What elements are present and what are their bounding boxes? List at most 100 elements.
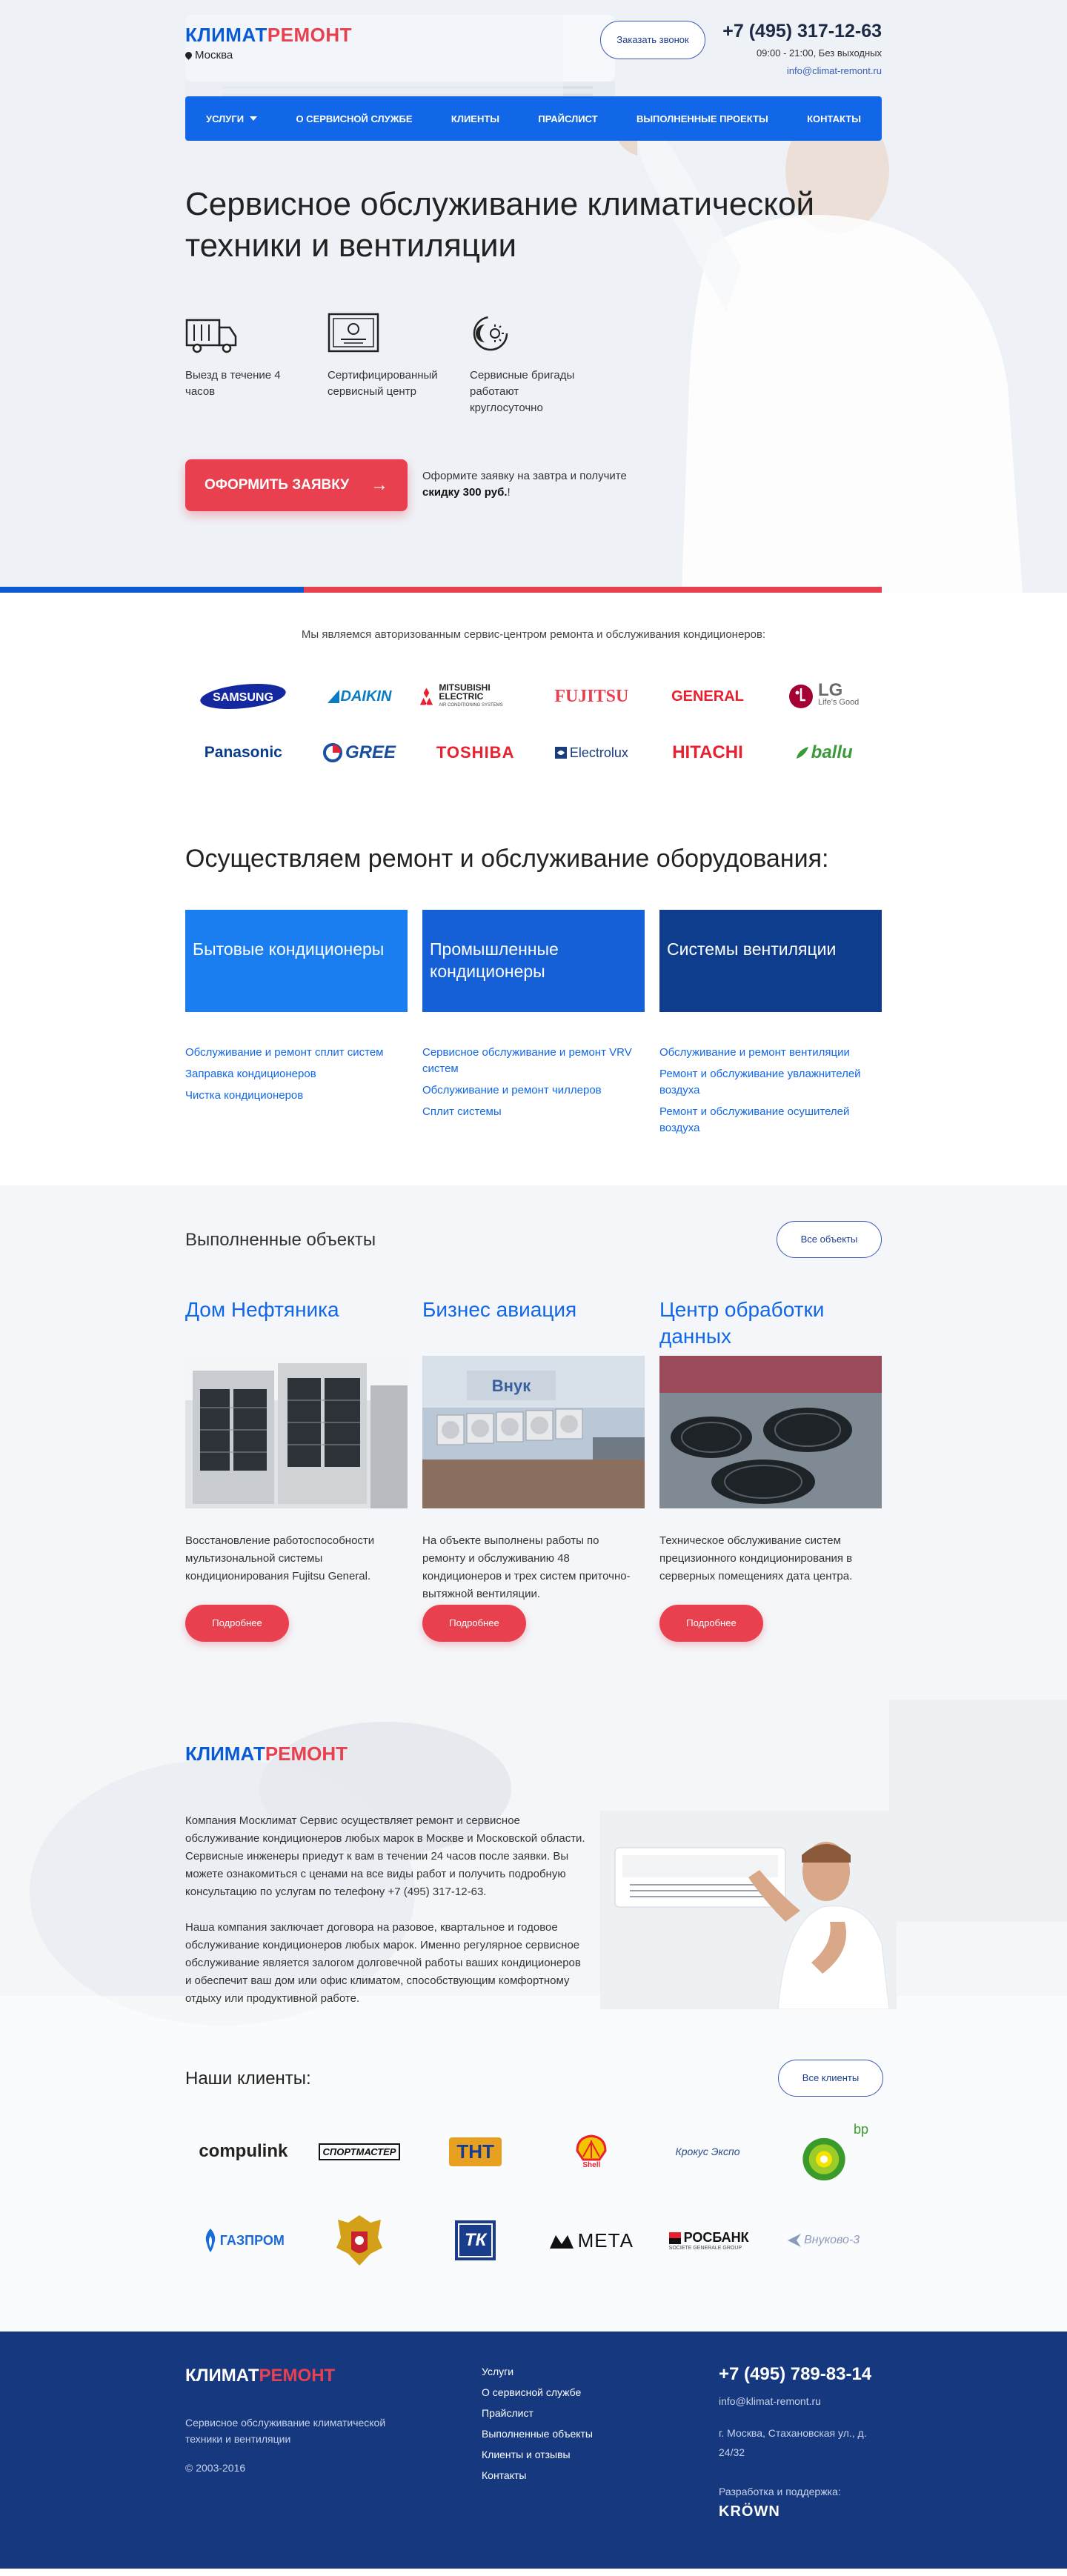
brand-logo-ballu: ballu bbox=[765, 738, 882, 768]
nav-item-services[interactable]: Услуги bbox=[206, 113, 258, 124]
order-note-suffix: ! bbox=[507, 486, 511, 499]
project-photo-outdoor-units[interactable] bbox=[185, 1356, 408, 1508]
footer-link-services[interactable]: Услуги bbox=[482, 2361, 593, 2382]
footer-logo[interactable]: КЛИМАТРЕМОНТ bbox=[185, 2366, 335, 2386]
service-link[interactable]: Обслуживание и ремонт сплит систем bbox=[185, 1045, 408, 1061]
client-name: СПОРТМАСТЕР bbox=[318, 2143, 401, 2160]
all-clients-button[interactable]: Все клиенты bbox=[778, 2060, 883, 2097]
nav-item-contacts[interactable]: Контакты bbox=[807, 113, 861, 124]
header-phone[interactable]: +7 (495) 317-12-63 bbox=[722, 21, 882, 42]
footer-description: Сервисное обслуживание климатической тех… bbox=[185, 2417, 386, 2445]
project-more-button[interactable]: Подробнее bbox=[422, 1605, 526, 1642]
nav-item-pricelist[interactable]: Прайслист bbox=[538, 113, 597, 124]
footer-link-projects[interactable]: Выполненные объекты bbox=[482, 2423, 593, 2444]
service-heading-household[interactable]: Бытовые кондиционеры bbox=[185, 910, 408, 1012]
feature-text: Сертифицированный сервисный центр bbox=[328, 369, 438, 398]
all-projects-button[interactable]: Все объекты bbox=[777, 1221, 882, 1258]
order-request-button[interactable]: ОФОРМИТЬ ЗАЯВКУ → bbox=[185, 459, 408, 511]
projects-title: Выполненные объекты bbox=[185, 1230, 376, 1250]
service-column: Системы вентиляции Обслуживание и ремонт… bbox=[659, 910, 882, 1142]
client-logo-meta: МЕТА bbox=[534, 2211, 650, 2270]
developer-logo[interactable]: KRÖWN bbox=[719, 2503, 780, 2520]
client-logo-tk: ТК bbox=[417, 2211, 534, 2270]
service-link[interactable]: Сервисное обслуживание и ремонт VRV сист… bbox=[422, 1045, 645, 1077]
mitsubishi-subtitle: AIR CONDITIONING SYSTEMS bbox=[439, 703, 503, 708]
footer-menu: Услуги О сервисной службе Прайслист Выпо… bbox=[482, 2361, 593, 2486]
nav-item-clients[interactable]: Клиенты bbox=[451, 113, 499, 124]
footer-link-contacts[interactable]: Контакты bbox=[482, 2465, 593, 2486]
client-name: ТК bbox=[454, 2220, 496, 2260]
service-link[interactable]: Чистка кондиционеров bbox=[185, 1088, 408, 1104]
feature-item: Сервисные бригады работают круглосуточно bbox=[470, 311, 582, 416]
services-columns: Бытовые кондиционеры Обслуживание и ремо… bbox=[185, 910, 882, 1142]
features-list: Выезд в течение 4 часов Сертифицированны… bbox=[185, 311, 582, 416]
brand-logo-toshiba: TOSHIBA bbox=[417, 738, 534, 768]
feature-item: Выезд в течение 4 часов bbox=[185, 311, 298, 416]
footer-phone[interactable]: +7 (495) 789-83-14 bbox=[719, 2364, 871, 2385]
client-name: Внуково-3 bbox=[804, 2234, 860, 2246]
footer-link-about[interactable]: О сервисной службе bbox=[482, 2382, 593, 2403]
project-more-button[interactable]: Подробнее bbox=[659, 1605, 763, 1642]
footer: КЛИМАТРЕМОНТ Сервисное обслуживание клим… bbox=[0, 2332, 1067, 2569]
service-heading-ventilation[interactable]: Системы вентиляции bbox=[659, 910, 882, 1012]
brand-name: GREE bbox=[345, 742, 396, 762]
call-request-button[interactable]: Заказать звонок bbox=[600, 21, 705, 59]
client-logo-bp: bp bbox=[765, 2122, 882, 2181]
footer-email[interactable]: info@klimat-remont.ru bbox=[719, 2395, 821, 2407]
caret-down-icon bbox=[250, 116, 258, 121]
brand-name: Electrolux bbox=[569, 745, 628, 760]
service-link[interactable]: Ремонт и обслуживание осушителей воздуха bbox=[659, 1104, 882, 1136]
project-name[interactable]: Центр обработки данных bbox=[659, 1297, 882, 1356]
about-paragraph: Наша компания заключает договора на разо… bbox=[185, 1921, 581, 2005]
project-description: Восстановление работоспособности мультиз… bbox=[185, 1534, 375, 1582]
footer-link-pricelist[interactable]: Прайслист bbox=[482, 2403, 593, 2423]
service-links: Обслуживание и ремонт вентиляции Ремонт … bbox=[659, 1045, 882, 1136]
services-title: Осуществляем ремонт и обслуживание обору… bbox=[185, 845, 829, 873]
project-name[interactable]: Бизнес авиация bbox=[422, 1297, 645, 1356]
footer-link-clients[interactable]: Клиенты и отзывы bbox=[482, 2444, 593, 2465]
about-text: Компания Москлимат Сервис осуществляет р… bbox=[185, 1812, 585, 2026]
brand-logo-samsung: SAMSUNG bbox=[185, 682, 302, 711]
header-email[interactable]: info@climat-remont.ru bbox=[787, 65, 882, 76]
client-logo-sportmaster: СПОРТМАСТЕР bbox=[302, 2122, 418, 2181]
footer-address: г. Москва, Стахановская ул., д. 24/32 bbox=[719, 2427, 867, 2458]
footer-copyright: © 2003-2016 bbox=[185, 2462, 246, 2474]
brand-logo-panasonic: Panasonic bbox=[185, 738, 302, 768]
service-link[interactable]: Заправка кондиционеров bbox=[185, 1066, 408, 1082]
rosbank-subtitle: SOCIETE GENERALE GROUP bbox=[668, 2246, 742, 2251]
feature-item: Сертифицированный сервисный центр bbox=[328, 311, 440, 416]
brand-logo-electrolux: Electrolux bbox=[534, 738, 650, 768]
brand-logo-mitsubishi: MITSUBISHI ELECTRIC AIR CONDITIONING SYST… bbox=[417, 682, 534, 711]
project-name[interactable]: Дом Нефтяника bbox=[185, 1297, 408, 1356]
city-selector[interactable]: Москва bbox=[184, 49, 233, 61]
logo-part2: РЕМОНТ bbox=[267, 24, 353, 46]
client-name: compulink bbox=[199, 2141, 288, 2161]
client-logo-crocus: Крокус Экспо bbox=[650, 2122, 766, 2181]
authorized-note: Мы являемся авторизованным сервис-центро… bbox=[301, 628, 766, 641]
service-links: Обслуживание и ремонт сплит систем Запра… bbox=[185, 1045, 408, 1104]
developer-label: Разработка и поддержка: bbox=[719, 2486, 841, 2497]
clients-title: Наши клиенты: bbox=[185, 2069, 311, 2089]
service-link[interactable]: Обслуживание и ремонт вентиляции bbox=[659, 1045, 882, 1061]
client-name: Крокус Экспо bbox=[675, 2146, 740, 2157]
clients-grid: compulink СПОРТМАСТЕР ТНТ Shell Крокус Э… bbox=[185, 2122, 882, 2270]
service-heading-industrial[interactable]: Промышленные кондиционеры bbox=[422, 910, 645, 1012]
service-link[interactable]: Ремонт и обслуживание увлажнителей возду… bbox=[659, 1066, 882, 1099]
brand-logo-daikin: DAIKIN bbox=[302, 682, 418, 711]
service-link[interactable]: Сплит системы bbox=[422, 1104, 645, 1120]
nav-item-projects[interactable]: Выполненные проекты bbox=[636, 113, 768, 124]
order-discount-note: Оформите заявку на завтра и получите ски… bbox=[422, 468, 667, 501]
service-link[interactable]: Обслуживание и ремонт чиллеров bbox=[422, 1082, 645, 1099]
logo[interactable]: КЛИМАТРЕМОНТ bbox=[185, 24, 352, 47]
client-name: ТНТ bbox=[449, 2137, 502, 2166]
project-card: Дом Нефтяника Восстановление работоспосо… bbox=[185, 1297, 408, 1642]
hero-accent-bar bbox=[0, 587, 882, 593]
nav-item-about[interactable]: О сервисной службе bbox=[296, 113, 412, 124]
about-paragraph: Компания Москлимат Сервис осуществляет р… bbox=[185, 1814, 585, 1898]
project-photo-roof-units[interactable]: Внук bbox=[422, 1356, 645, 1508]
lg-tagline: Life's Good bbox=[818, 698, 860, 707]
order-note-discount: скидку 300 руб. bbox=[422, 486, 508, 499]
project-more-button[interactable]: Подробнее bbox=[185, 1605, 289, 1642]
project-photo-data-center[interactable] bbox=[659, 1356, 882, 1508]
logo-part2: РЕМОНТ bbox=[265, 1743, 348, 1765]
